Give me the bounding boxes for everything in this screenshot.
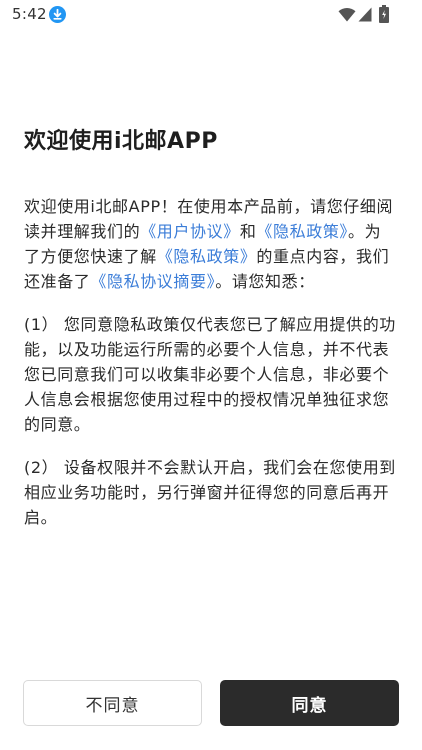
- dialog-title: 欢迎使用i北邮APP: [24, 129, 218, 154]
- intro-text-5: 。请您知悉：: [215, 272, 315, 291]
- privacy-policy-link-2[interactable]: 《隐私政策》: [157, 247, 257, 266]
- notice-paragraph-1: (1） 您同意隐私政策仅代表您已了解应用提供的功能，以及功能运行所需的必要个人信…: [24, 315, 396, 434]
- user-agreement-link[interactable]: 《用户协议》: [140, 222, 240, 241]
- privacy-summary-link[interactable]: 《隐私协议摘要》: [90, 272, 215, 291]
- signal-icon: [358, 7, 372, 22]
- privacy-policy-link[interactable]: 《隐私政策》: [256, 222, 348, 241]
- privacy-consent-screen: 5:42 欢迎使用i北邮APP 欢迎使用i北邮APP！在使用本产品前，请您仔细阅…: [0, 0, 422, 750]
- dialog-body: 欢迎使用i北邮APP！在使用本产品前，请您仔细阅读并理解我们的《用户协议》和《隐…: [24, 194, 396, 530]
- battery-icon: [379, 5, 389, 23]
- agree-button[interactable]: 同意: [220, 680, 399, 726]
- status-bar: 5:42: [0, 0, 422, 30]
- notice-paragraph-2: (2） 设备权限并不会默认开启，我们会在您使用到相应业务功能时，另行弹窗并征得您…: [24, 458, 396, 527]
- disagree-button[interactable]: 不同意: [23, 680, 202, 726]
- status-time: 5:42: [12, 5, 47, 23]
- intro-text-2: 和: [239, 222, 257, 241]
- intro-paragraph: 欢迎使用i北邮APP！在使用本产品前，请您仔细阅读并理解我们的《用户协议》和《隐…: [24, 194, 396, 294]
- download-icon: [49, 6, 66, 23]
- wifi-icon: [338, 8, 356, 22]
